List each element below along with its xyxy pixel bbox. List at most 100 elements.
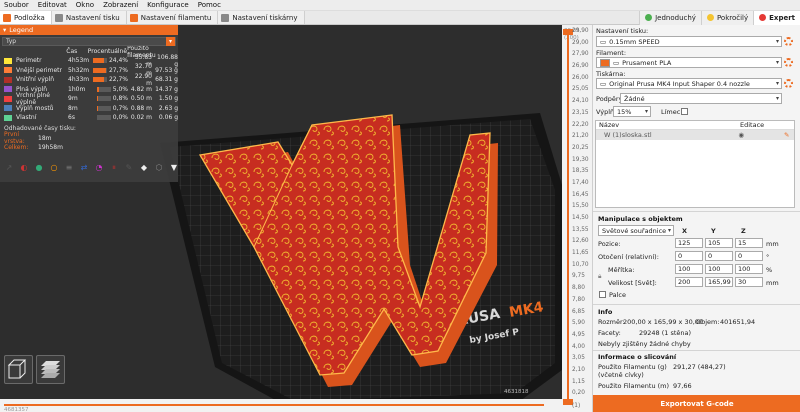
layer-slider-tick-label: 5,90 xyxy=(572,320,585,327)
menu-bar: Soubor Editovat Okno Zobrazení Konfigurace Po… xyxy=(0,0,800,11)
legend-title: Legend xyxy=(9,26,34,34)
layer-slider-tick-label: 13,55 xyxy=(572,226,589,233)
coordinate-system-combo[interactable]: Světové souřadnice ▾ xyxy=(598,225,674,236)
move-slider-track[interactable] xyxy=(4,404,544,406)
retract-icon[interactable]: ● xyxy=(34,163,44,173)
scale-x-input[interactable]: 100 xyxy=(675,264,703,274)
size-x-input[interactable]: 200 xyxy=(675,277,703,287)
menu-item-1[interactable]: Editovat xyxy=(38,1,67,9)
rotation-y-input[interactable]: 0 xyxy=(705,251,733,261)
menu-item-3[interactable]: Zobrazení xyxy=(103,1,138,9)
supports-combo[interactable]: Žádné ▾ xyxy=(620,93,782,104)
printer-value: Original Prusa MK4 Input Shaper 0.4 nozz… xyxy=(609,79,750,88)
scale-y-input[interactable]: 100 xyxy=(705,264,733,274)
layer-slider[interactable]: 30,05 (200) 29,9029,0027,9026,9026,0025,… xyxy=(562,25,592,412)
legend-time-value: 19h58m xyxy=(38,143,63,151)
object-name: W (1)sloska.stl xyxy=(604,131,652,139)
tab-3[interactable]: Nastavení tiskárny xyxy=(218,11,305,24)
position-y-input[interactable]: 105 xyxy=(705,238,733,248)
layer-slider-tick-label: 10,70 xyxy=(572,261,589,268)
legend-time-row: První vrstva: 18m xyxy=(0,131,178,145)
facets-value: 29248 (1 stěna) xyxy=(639,329,692,337)
legend-feature-percent: 22,7% xyxy=(90,76,128,83)
layer-slider-tick-label: 18,35 xyxy=(572,168,589,175)
rotation-z-input[interactable]: 0 xyxy=(735,251,763,261)
gear-icon xyxy=(54,13,63,22)
menu-item-2[interactable]: Okno xyxy=(76,1,94,9)
legend-percent-bar xyxy=(96,96,111,102)
tab-1[interactable]: Nastavení tisku xyxy=(51,11,127,24)
shells-icon[interactable]: ⬡ xyxy=(154,163,164,173)
wipe-icon[interactable]: ◐ xyxy=(19,163,29,173)
menu-item-4[interactable]: Konfigurace xyxy=(147,1,189,9)
print-settings-combo[interactable]: ▭ 0.15mm SPEED ▾ xyxy=(596,36,782,47)
legend-feature-name: Vnější perimetr xyxy=(16,66,62,74)
layer-slider-track[interactable] xyxy=(567,31,569,403)
legend-row[interactable]: Vnitřní výplň 4h33m 22,7% 22.90 m 68.31 g xyxy=(0,72,178,87)
menu-item-5[interactable]: Pomoc xyxy=(198,1,221,9)
size-info-label: Rozměr: xyxy=(598,318,625,326)
tab-0[interactable]: Podložka xyxy=(0,11,52,24)
axis-x-label: X xyxy=(682,227,688,235)
tab-label: Nastavení tiskárny xyxy=(232,13,298,22)
tab-2[interactable]: Nastavení filamentu xyxy=(126,11,219,24)
printer-combo[interactable]: ▭ Original Prusa MK4 Input Shaper 0.4 no… xyxy=(596,78,782,89)
center-of-gravity-icon[interactable]: ◆ xyxy=(139,163,149,173)
lock-icon: ▭ xyxy=(600,79,607,88)
scale-z-input[interactable]: 100 xyxy=(735,264,763,274)
legend-row[interactable]: Výplň mostů 8m 0,7% 0.88 m 2.63 g xyxy=(0,104,178,114)
tool-marker-icon[interactable]: ▼ xyxy=(169,163,179,173)
legend-type-select[interactable]: Typ ▾ xyxy=(2,37,176,46)
print-settings-gear-icon[interactable] xyxy=(784,37,793,46)
color-change-icon[interactable]: ◔ xyxy=(94,163,104,173)
inch-checkbox[interactable] xyxy=(599,291,606,298)
pause-icon[interactable]: ⏸ xyxy=(109,163,119,173)
layers-view-button[interactable] xyxy=(36,355,65,384)
object-list-edit-header: Editace xyxy=(740,121,765,129)
legend-feature-length: 22.90 m xyxy=(134,72,152,87)
travel-icon[interactable]: ↗ xyxy=(4,163,14,173)
legend-feature-percent: 0,0% xyxy=(90,114,128,121)
layer-slider-tick-label: 2,10 xyxy=(572,366,585,373)
lock-icon[interactable]: 🔒︎ xyxy=(598,272,601,281)
filament-color-swatch[interactable] xyxy=(600,58,610,67)
deretract-icon[interactable]: ○ xyxy=(49,163,59,173)
legend-feature-length: 0.02 m xyxy=(130,114,152,122)
legend-header[interactable]: ▾ Legend xyxy=(0,25,178,35)
position-unit: mm xyxy=(766,240,779,248)
filament-gear-icon[interactable] xyxy=(784,58,793,67)
brim-checkbox[interactable] xyxy=(681,108,688,115)
mode-button-1[interactable]: Pokročilý xyxy=(700,10,754,25)
axis-z-label: Z xyxy=(741,227,746,235)
legend-row[interactable]: Vrchní plné výplně 9m 0,8% 0.50 m 1.50 g xyxy=(0,92,178,106)
infill-combo[interactable]: 15% ▾ xyxy=(613,106,651,117)
printer-gear-icon[interactable] xyxy=(784,79,793,88)
3d-view-button[interactable] xyxy=(4,355,33,384)
legend-percent-bar xyxy=(96,105,111,111)
legend-percent-bar xyxy=(96,86,111,92)
mode-button-0[interactable]: Jednoduchý xyxy=(639,10,701,25)
legend-row[interactable]: Vlastní 6s 0,0% 0.02 m 0.06 g xyxy=(0,113,178,123)
legend-feature-percent: 5,0% xyxy=(90,86,128,93)
eye-icon[interactable]: ◉ xyxy=(696,131,744,139)
filament-combo[interactable]: ▭ Prusament PLA ▾ xyxy=(596,57,782,68)
custom-gcode-icon[interactable]: ✎ xyxy=(124,163,134,173)
mode-button-2[interactable]: Expert xyxy=(753,10,800,25)
move-slider[interactable]: 4681357 4631818 xyxy=(0,389,562,412)
export-gcode-button[interactable]: Exportovat G-code xyxy=(593,395,800,412)
legend-percent-bar xyxy=(96,115,111,121)
toolchange-icon[interactable]: ⇄ xyxy=(79,163,89,173)
seam-icon[interactable]: ≡ xyxy=(64,163,74,173)
object-list-row[interactable]: W (1)sloska.stl ◉ ✎ xyxy=(596,130,794,140)
rotation-x-input[interactable]: 0 xyxy=(675,251,703,261)
layer-slider-tick-label: 11,65 xyxy=(572,250,589,257)
size-y-input[interactable]: 165,99 xyxy=(705,277,733,287)
legend-swatch xyxy=(4,76,12,83)
print-settings-label: Nastavení tisku: xyxy=(596,27,649,35)
menu-item-0[interactable]: Soubor xyxy=(4,1,29,9)
position-x-input[interactable]: 125 xyxy=(675,238,703,248)
position-z-input[interactable]: 15 xyxy=(735,238,763,248)
legend-feature-time: 5h32m xyxy=(68,66,90,74)
edit-icon[interactable]: ✎ xyxy=(784,131,789,139)
size-z-input[interactable]: 30 xyxy=(735,277,763,287)
